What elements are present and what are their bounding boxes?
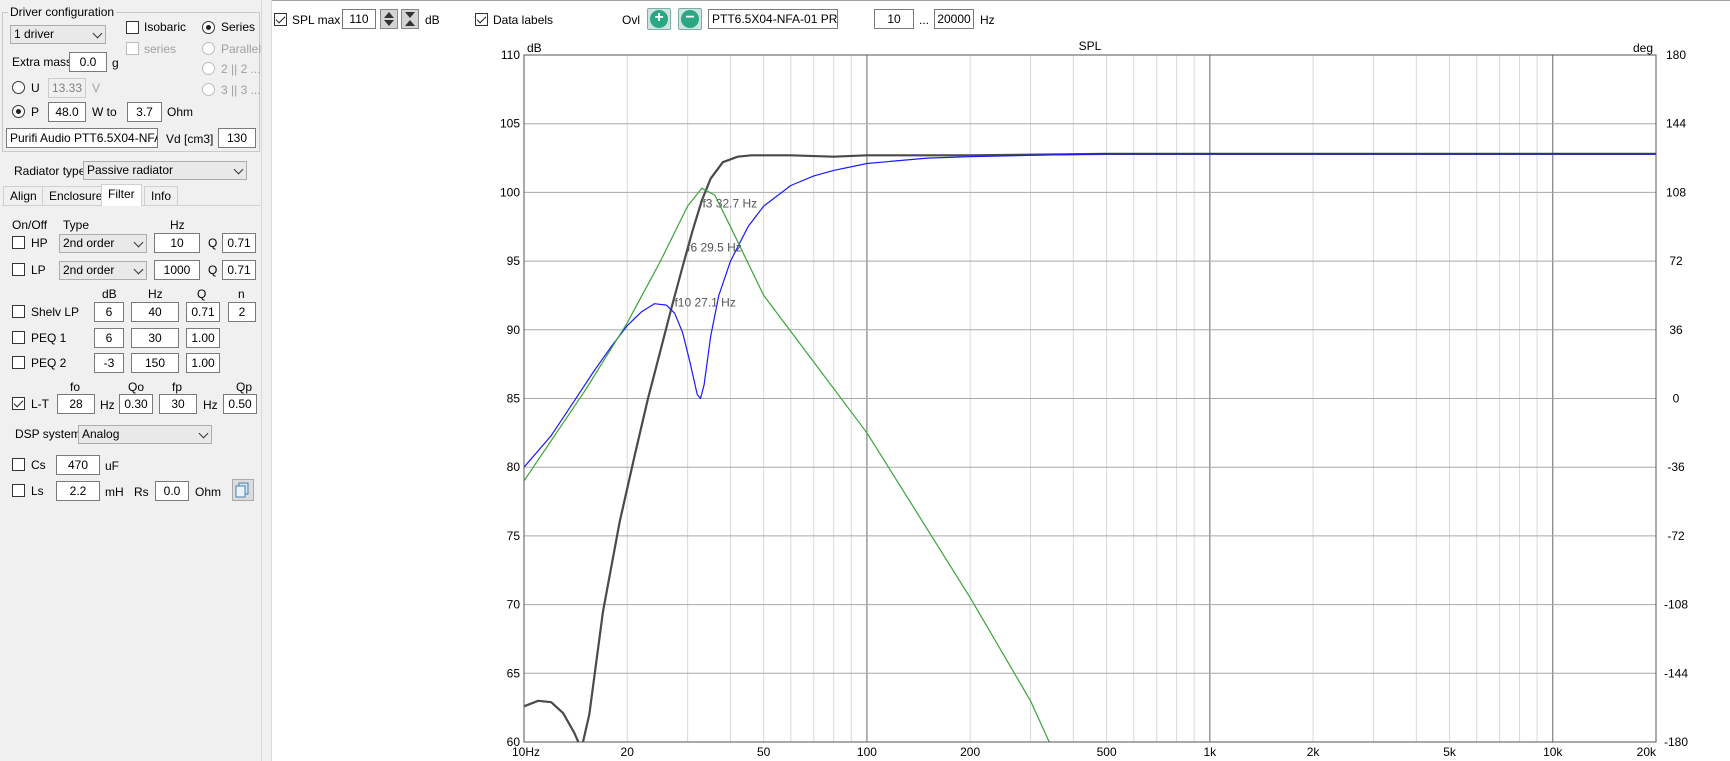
- y-tick-label: 110: [501, 48, 520, 62]
- y2-tick-label: -72: [1667, 529, 1685, 543]
- data-labels-layer: f3 32.7 Hz f6 29.5 Hz f10 27.1 Hz: [674, 196, 757, 309]
- y2-tick-label: -144: [1664, 666, 1688, 680]
- x-tick-label: 10Hz: [512, 745, 540, 759]
- data-label-2: f10 27.1 Hz: [674, 295, 735, 309]
- x-tick-label: 10k: [1543, 745, 1563, 759]
- data-label-0: f3 32.7 Hz: [702, 196, 757, 210]
- y-tick-label: 70: [507, 598, 521, 612]
- y-axis-unit-label: dB: [527, 41, 542, 55]
- y-tick-label: 80: [507, 460, 521, 474]
- x-tick-label: 50: [757, 745, 771, 759]
- y2-tick-label: -36: [1667, 460, 1685, 474]
- series-line-1: [524, 153, 1656, 468]
- tab-filter[interactable]: Filter: [101, 184, 142, 206]
- y2-tick-label: 72: [1669, 254, 1683, 268]
- x-tick-label: 200: [960, 745, 980, 759]
- x-tick-label: 20: [621, 745, 635, 759]
- y-tick-label: 100: [500, 185, 520, 199]
- y2-tick-label: -180: [1664, 735, 1688, 749]
- x-tick-label: 500: [1097, 745, 1117, 759]
- y-tick-label: 95: [507, 254, 521, 268]
- y-tick-label: 90: [507, 323, 521, 337]
- y2-tick-label: 0: [1673, 392, 1680, 406]
- x-tick-label: 1k: [1204, 745, 1218, 759]
- chart-title: SPL: [1079, 39, 1102, 53]
- y2-tick-label: 144: [1666, 117, 1686, 131]
- x-tick-label: 2k: [1307, 745, 1321, 759]
- x-tick-label: 5k: [1443, 745, 1457, 759]
- y2-tick-label: -108: [1664, 598, 1688, 612]
- y-tick-label: 105: [500, 117, 520, 131]
- y-tick-label: 75: [507, 529, 521, 543]
- x-tick-label: 20k: [1637, 745, 1657, 759]
- data-label-1: f6 29.5 Hz: [687, 240, 742, 254]
- spl-chart[interactable]: f3 32.7 Hzf6 29.5 Hzf10 27.1 Hz 60657075…: [0, 0, 1730, 761]
- y2-axis-unit-label: deg: [1633, 41, 1653, 55]
- x-tick-label: 100: [857, 745, 877, 759]
- y2-tick-label: 36: [1669, 323, 1683, 337]
- major-grid: [524, 54, 1656, 743]
- y2-tick-label: 108: [1666, 185, 1686, 199]
- y2-tick-label: 180: [1666, 48, 1686, 62]
- y-tick-label: 85: [507, 392, 521, 406]
- y-tick-label: 65: [507, 666, 521, 680]
